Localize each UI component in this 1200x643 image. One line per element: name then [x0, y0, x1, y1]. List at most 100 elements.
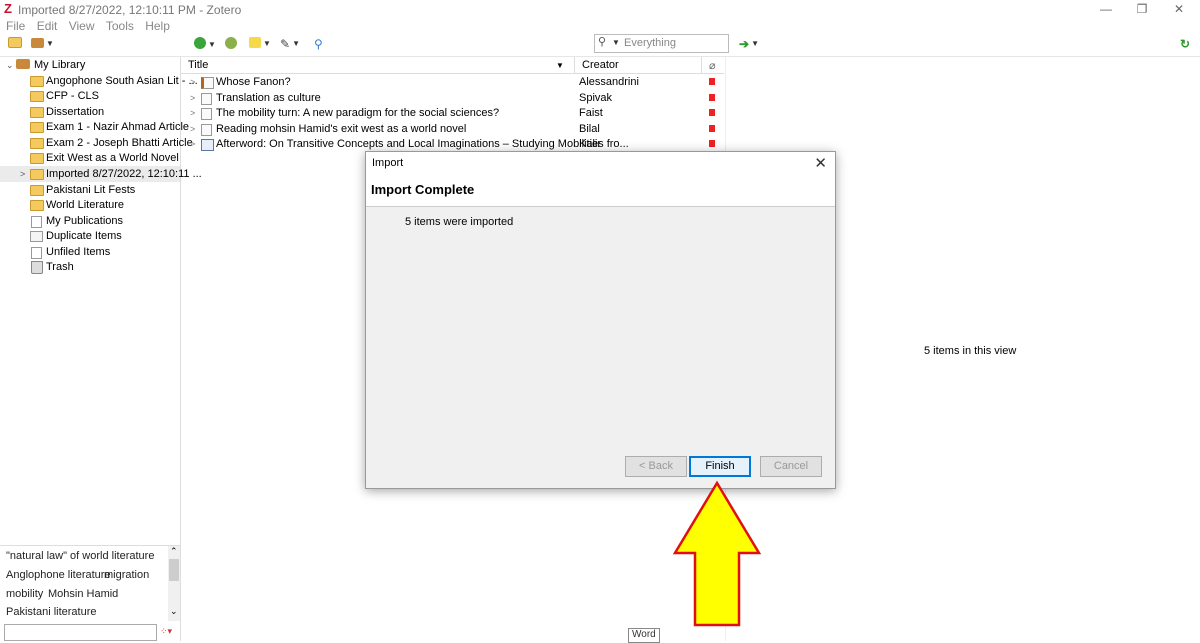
import-result-message: 5 items were imported — [405, 216, 514, 228]
title-bar: Z Imported 8/27/2022, 12:10:11 PM - Zote… — [0, 0, 1200, 19]
dropdown-arrow-icon: ▼ — [208, 40, 216, 49]
tag[interactable]: "natural law" of world literature — [6, 550, 154, 562]
dialog-close-button[interactable]: ✕ — [814, 154, 827, 172]
table-row[interactable]: > The mobility turn: A new paradigm for … — [181, 105, 724, 121]
collection-unfiled-items[interactable]: Unfiled Items — [0, 244, 180, 260]
table-row[interactable]: > Afterword: On Transitive Concepts and … — [181, 136, 724, 152]
dropdown-arrow-icon: ▼ — [263, 39, 271, 48]
collection-item[interactable]: Pakistani Lit Fests — [0, 182, 180, 198]
pdf-icon[interactable] — [709, 94, 715, 101]
menu-help[interactable]: Help — [145, 19, 170, 33]
item-title: Whose Fanon? — [216, 76, 291, 88]
new-library-menu-button[interactable]: ▼ — [31, 37, 54, 53]
add-by-identifier-button[interactable] — [225, 37, 237, 53]
collection-item[interactable]: World Literature — [0, 197, 180, 213]
collection-label: Exit West as a World Novel — [46, 152, 179, 164]
close-window-button[interactable]: ✕ — [1165, 1, 1193, 18]
tag[interactable]: Pakistani literature — [6, 606, 97, 618]
sync-button[interactable]: ↻ — [1180, 37, 1190, 53]
column-divider[interactable] — [574, 57, 575, 73]
library-icon — [16, 59, 30, 69]
folder-icon — [30, 76, 44, 87]
journal-article-icon — [201, 77, 214, 89]
collection-item[interactable]: Exit West as a World Novel — [0, 150, 180, 166]
pdf-icon[interactable] — [709, 78, 715, 85]
minimize-button[interactable]: — — [1092, 1, 1120, 18]
finish-button[interactable]: Finish — [689, 456, 751, 477]
cancel-button[interactable]: Cancel — [760, 456, 822, 477]
dropdown-arrow-icon: ▼ — [751, 39, 759, 48]
menu-file[interactable]: File — [6, 19, 25, 33]
chevron-down-icon[interactable]: ⌄ — [170, 606, 178, 617]
zotero-app-icon: Z — [4, 1, 12, 16]
back-button[interactable]: < Back — [625, 456, 687, 477]
import-dialog: Import ✕ Import Complete 5 items were im… — [365, 151, 836, 489]
tag[interactable]: Anglophone literature — [6, 569, 111, 581]
new-note-button[interactable]: ▼ — [249, 37, 271, 53]
chevron-down-icon[interactable]: ⌄ — [6, 57, 14, 73]
pdf-icon[interactable] — [709, 140, 715, 147]
folder-icon — [30, 200, 44, 211]
collection-my-library[interactable]: ⌄ My Library — [0, 57, 180, 73]
collection-trash[interactable]: Trash — [0, 259, 180, 275]
annotation-arrow-up-icon — [672, 480, 762, 627]
tag-actions-icon[interactable]: ⁘▾ — [160, 626, 172, 637]
collection-item[interactable]: Angophone South Asian Lit - ... — [0, 73, 198, 89]
menu-tools[interactable]: Tools — [106, 19, 134, 33]
advanced-search-button[interactable]: ⚲ — [314, 37, 323, 53]
table-row[interactable]: > Whose Fanon? Alessandrini — [181, 74, 724, 90]
tag-scrollbar[interactable]: ⌃ ⌄ — [168, 546, 180, 621]
items-table-header: Title ▼ Creator ⌀ — [181, 57, 724, 74]
collection-duplicate-items[interactable]: Duplicate Items — [0, 228, 180, 244]
attachments-column-icon[interactable]: ⌀ — [709, 59, 716, 72]
collection-item[interactable]: CFP - CLS — [0, 88, 180, 104]
new-item-button[interactable]: ▼ — [194, 37, 216, 53]
tag-filter-input[interactable] — [4, 624, 157, 641]
collection-item[interactable]: Exam 2 - Joseph Bhatti Article — [0, 135, 193, 151]
window-title: Imported 8/27/2022, 12:10:11 PM - Zotero — [18, 3, 242, 17]
tag[interactable]: mobility — [6, 588, 43, 600]
menu-view[interactable]: View — [69, 19, 95, 33]
tag[interactable]: Mohsin Hamid — [48, 588, 118, 600]
chevron-up-icon[interactable]: ⌃ — [170, 546, 178, 557]
unfiled-icon — [31, 247, 42, 259]
search-box[interactable]: ⚲ ▼ Everything — [594, 34, 729, 53]
pdf-icon[interactable] — [709, 125, 715, 132]
chevron-right-icon[interactable]: > — [190, 136, 195, 152]
collection-my-publications[interactable]: My Publications — [0, 213, 180, 229]
column-title[interactable]: Title — [188, 59, 208, 71]
restore-button[interactable]: ❐ — [1128, 1, 1156, 18]
chevron-right-icon[interactable]: > — [190, 121, 195, 137]
column-divider[interactable] — [701, 57, 702, 73]
add-attachment-button[interactable]: ✎ ▼ — [280, 37, 300, 53]
chevron-right-icon[interactable]: > — [190, 74, 195, 90]
item-creator: Alessandrini — [579, 76, 639, 88]
collection-item-selected[interactable]: > Imported 8/27/2022, 12:10:11 ... — [0, 166, 202, 182]
search-input[interactable]: Everything — [624, 37, 676, 49]
search-icon: ⚲ — [598, 36, 607, 48]
chevron-right-icon[interactable]: > — [20, 166, 25, 182]
table-row[interactable]: > Reading mohsin Hamid's exit west as a … — [181, 121, 724, 137]
pdf-icon[interactable] — [709, 109, 715, 116]
table-row[interactable]: > Translation as culture Spivak — [181, 90, 724, 106]
item-creator: Bilal — [579, 123, 600, 135]
chevron-right-icon[interactable]: > — [190, 105, 195, 121]
dialog-heading: Import Complete — [371, 182, 475, 197]
scrollbar-thumb[interactable] — [169, 559, 179, 581]
item-title: The mobility turn: A new paradigm for th… — [216, 107, 500, 119]
menu-edit[interactable]: Edit — [37, 19, 58, 33]
search-mode-dropdown-icon[interactable]: ▼ — [612, 38, 620, 47]
locate-button[interactable]: ➔ ▼ — [739, 37, 759, 53]
item-title: Afterword: On Transitive Concepts and Lo… — [216, 138, 629, 150]
note-icon — [249, 37, 261, 48]
chevron-right-icon[interactable]: > — [190, 90, 195, 106]
annotation-arrow-shape — [672, 480, 762, 627]
new-collection-button[interactable] — [8, 37, 22, 53]
collection-item[interactable]: Dissertation — [0, 104, 180, 120]
collection-label: My Library — [34, 59, 86, 71]
tag[interactable]: migration — [104, 569, 149, 581]
collection-label: Trash — [46, 261, 74, 273]
collection-item[interactable]: Exam 1 - Nazir Ahmad Article — [0, 119, 189, 135]
column-creator[interactable]: Creator — [582, 59, 619, 71]
sort-dropdown-icon[interactable]: ▼ — [556, 61, 564, 70]
